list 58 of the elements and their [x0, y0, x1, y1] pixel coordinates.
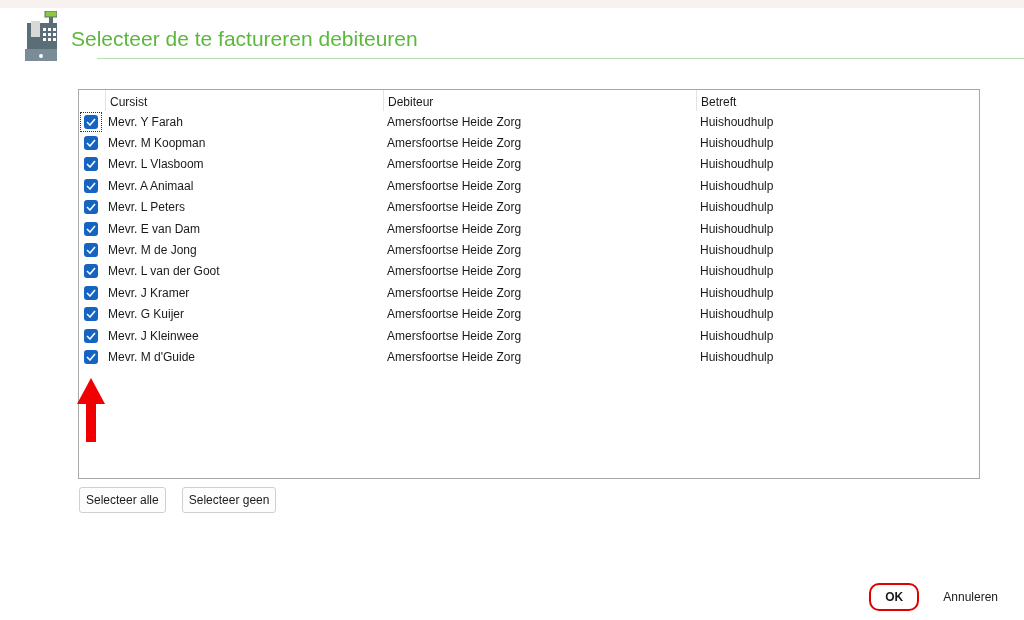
- table-cell-text: Mevr. M d'Guide: [107, 350, 196, 364]
- cash-register-icon: [25, 11, 57, 61]
- checkmark-icon: [86, 203, 96, 212]
- table-cell-text: Huishoudhulp: [699, 350, 775, 364]
- table-cell-text: Mevr. M de Jong: [107, 243, 198, 258]
- table-cell-text: Amersfoortse Heide Zorg: [386, 200, 523, 215]
- table-cell-text: Amersfoortse Heide Zorg: [386, 178, 523, 193]
- checkmark-icon: [86, 160, 96, 169]
- checkmark-icon: [86, 117, 96, 126]
- table-cell-text: Amersfoortse Heide Zorg: [386, 243, 523, 258]
- checkmark-icon: [86, 139, 96, 148]
- table-cell-text: Amersfoortse Heide Zorg: [386, 221, 523, 236]
- table-cell-text: Mevr. L van der Goot: [107, 264, 221, 279]
- table-cell-text: Huishoudhulp: [699, 221, 775, 236]
- table-cell-text: Huishoudhulp: [699, 243, 775, 258]
- checkmark-icon: [86, 246, 96, 255]
- table-cell-text: Mevr. J Kleinwee: [107, 328, 200, 343]
- checkmark-icon: [86, 181, 96, 190]
- table-cell-text: Huishoudhulp: [699, 285, 775, 300]
- select-button[interactable]: Selecteer geen: [181, 487, 277, 513]
- table-cell-text: Huishoudhulp: [699, 200, 775, 215]
- table-cell-text: Amersfoortse Heide Zorg: [386, 285, 523, 300]
- table-cell-text: Mevr. L Vlasboom: [107, 157, 205, 172]
- table-cell-text: Mevr. E van Dam: [107, 221, 202, 236]
- table-cell-text: Amersfoortse Heide Zorg: [386, 114, 523, 129]
- table-cell-text: Mevr. L Peters: [107, 200, 186, 215]
- checkmark-icon: [86, 288, 96, 297]
- table-cell-text: Amersfoortse Heide Zorg: [386, 157, 523, 172]
- column-header[interactable]: Cursist: [105, 90, 383, 111]
- column-header[interactable]: Debiteur: [383, 90, 696, 111]
- checkmark-icon: [86, 310, 96, 319]
- table-cell-text: Amersfoortse Heide Zorg: [386, 328, 523, 343]
- table-cell-text: Amersfoortse Heide Zorg: [386, 136, 523, 151]
- column-header[interactable]: Betreft: [696, 90, 979, 111]
- checkbox[interactable]: [80, 111, 102, 132]
- table-cell-text: Amersfoortse Heide Zorg: [386, 350, 523, 364]
- ok-button[interactable]: OK: [869, 583, 920, 611]
- table-cell-text: Mevr. G Kuijer: [107, 307, 186, 322]
- table-cell-text: Huishoudhulp: [699, 157, 775, 172]
- table-cell-text: Amersfoortse Heide Zorg: [386, 264, 523, 279]
- table-cell-text: Huishoudhulp: [699, 114, 775, 129]
- table-cell-text: Huishoudhulp: [699, 178, 775, 193]
- table-cell-text: Mevr. A Animaal: [107, 178, 195, 193]
- select-button[interactable]: Selecteer alle: [79, 487, 166, 513]
- table-cell-text: Mevr. J Kramer: [107, 285, 191, 300]
- dialog-title: Selecteer de te factureren debiteuren: [71, 26, 418, 51]
- checkmark-icon: [86, 331, 96, 340]
- checkmark-icon: [86, 224, 96, 233]
- table-cell-text: Amersfoortse Heide Zorg: [386, 307, 523, 322]
- table-cell-text: Huishoudhulp: [699, 328, 775, 343]
- arrow-annotation: [77, 378, 105, 442]
- table-cell-text: Huishoudhulp: [699, 307, 775, 322]
- table-cell-text: Mevr. M Koopman: [107, 136, 207, 151]
- checkmark-icon: [86, 353, 96, 361]
- checkmark-icon: [86, 267, 96, 276]
- table-cell-text: Huishoudhulp: [699, 264, 775, 279]
- table-cell-text: Mevr. Y Farah: [107, 114, 184, 129]
- table-cell-text: Huishoudhulp: [699, 136, 775, 151]
